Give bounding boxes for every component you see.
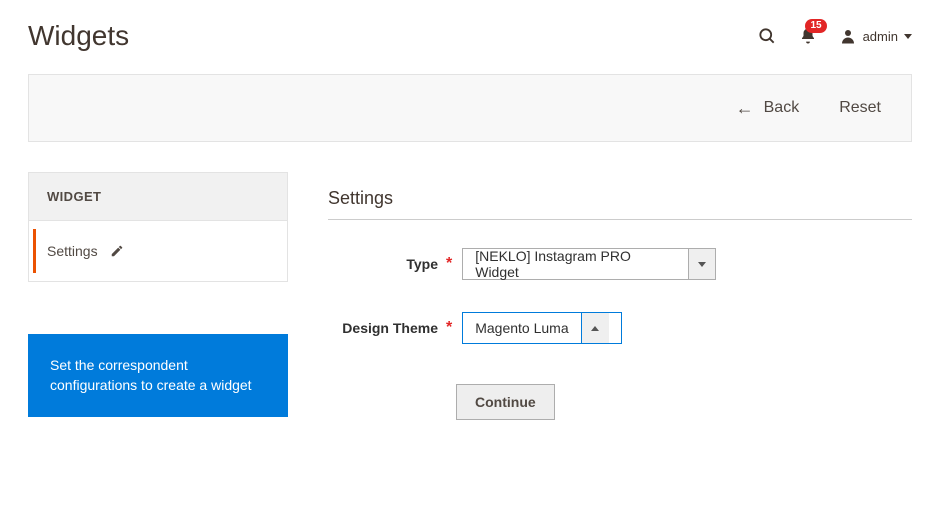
back-button[interactable]: ← Back <box>736 99 800 117</box>
required-marker: * <box>446 255 452 273</box>
search-icon <box>757 26 777 46</box>
theme-value: Magento Luma <box>463 313 580 343</box>
user-icon <box>839 27 857 45</box>
sidebar-item-settings[interactable]: Settings <box>28 221 288 282</box>
reset-button[interactable]: Reset <box>839 99 881 117</box>
user-menu[interactable]: admin <box>839 27 912 45</box>
user-name: admin <box>863 29 898 44</box>
type-label: Type <box>328 256 438 272</box>
theme-select[interactable]: Magento Luma <box>462 312 622 344</box>
back-label: Back <box>764 99 800 117</box>
type-select[interactable]: [NEKLO] Instagram PRO Widget <box>462 248 716 280</box>
arrow-left-icon: ← <box>736 99 754 117</box>
reset-label: Reset <box>839 99 881 117</box>
action-bar: ← Back Reset <box>28 74 912 142</box>
chevron-down-icon <box>688 249 716 279</box>
callout-box: Set the correspondent configurations to … <box>28 334 288 417</box>
content-title: Settings <box>328 188 912 220</box>
notification-badge: 15 <box>805 19 826 33</box>
sidebar-section-header: WIDGET <box>28 172 288 221</box>
pencil-icon <box>110 244 124 258</box>
type-value: [NEKLO] Instagram PRO Widget <box>463 249 687 279</box>
required-marker: * <box>446 319 452 337</box>
search-button[interactable] <box>757 26 777 46</box>
chevron-down-icon <box>904 34 912 39</box>
sidebar-item-label: Settings <box>47 243 98 259</box>
theme-label: Design Theme <box>278 320 438 336</box>
continue-button[interactable]: Continue <box>456 384 555 420</box>
notifications-button[interactable]: 15 <box>799 27 817 45</box>
chevron-up-icon <box>581 313 609 343</box>
page-title: Widgets <box>28 20 129 52</box>
